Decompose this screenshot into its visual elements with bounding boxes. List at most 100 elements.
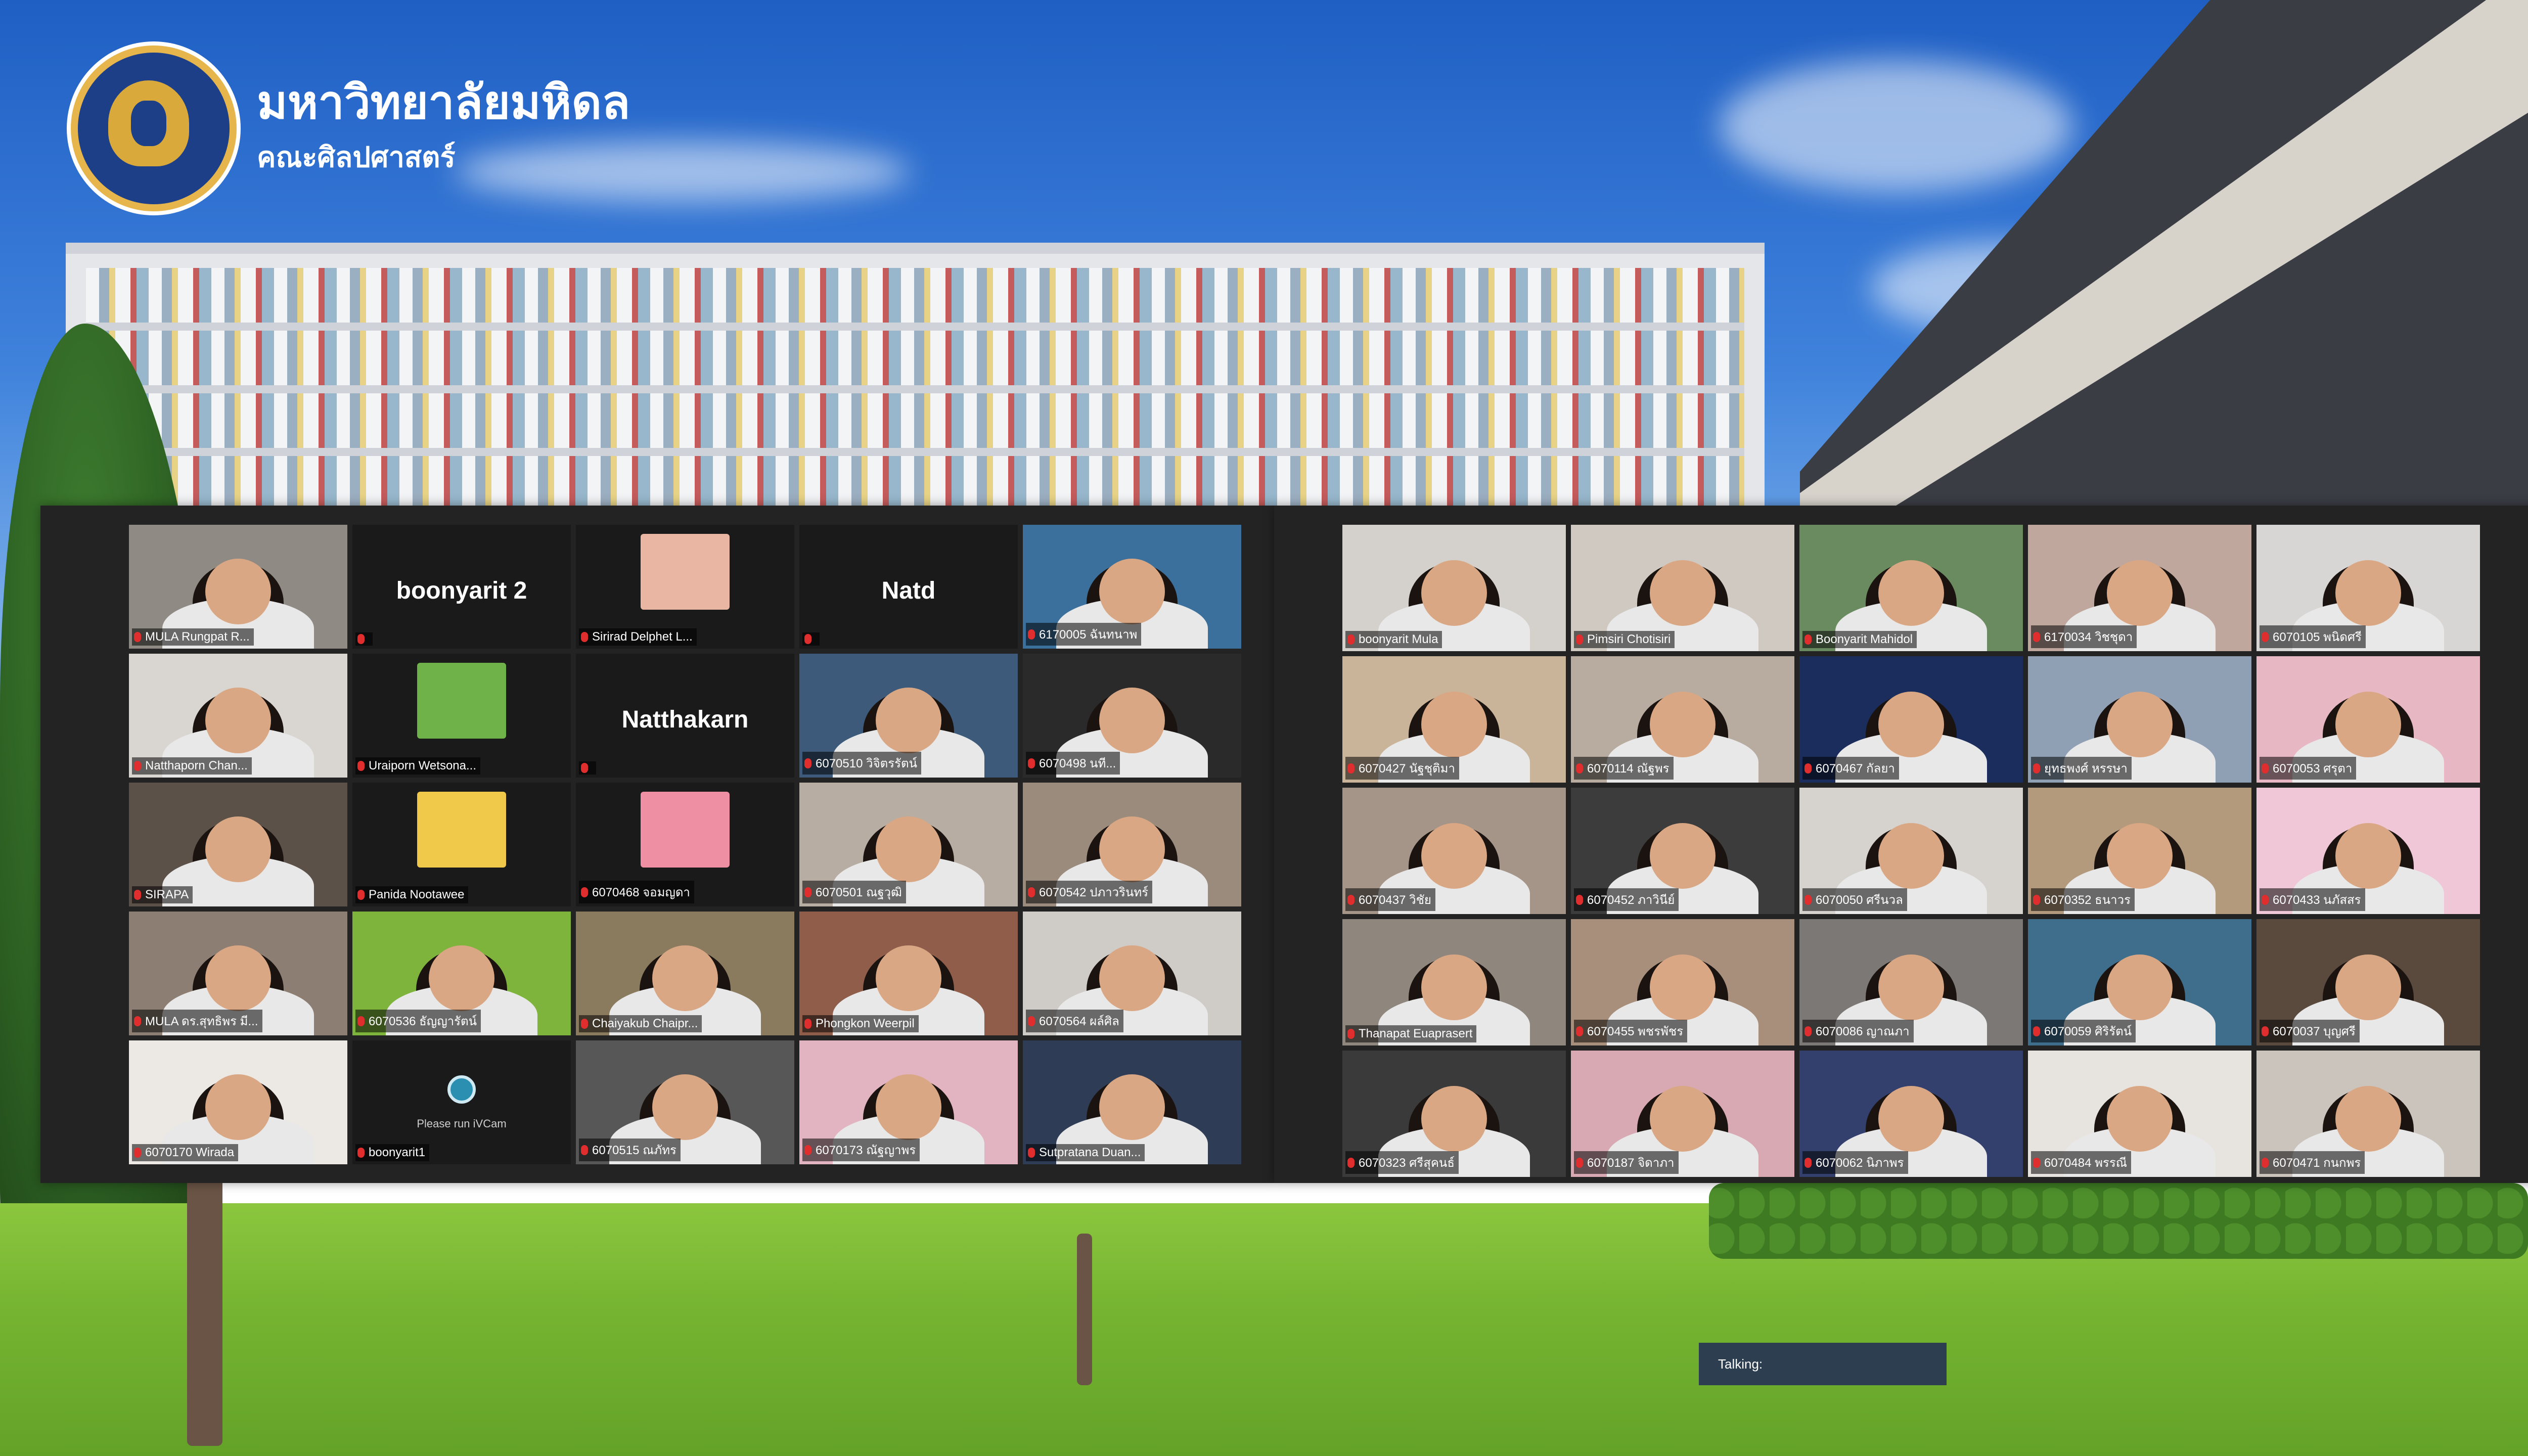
participant-tile[interactable]: 6070452 ภาวินีย์ xyxy=(1571,788,1794,914)
participant-tile[interactable]: 6070471 กนกพร xyxy=(2256,1051,2480,1177)
participant-tile[interactable]: 6070050 ศรีนวล xyxy=(1799,788,2023,914)
participant-tile[interactable]: Please run iVCam boonyarit1 xyxy=(352,1040,571,1164)
participant-name-label: 6070498 นที... xyxy=(1026,752,1120,775)
participant-name: 6070105 พนิดศรี xyxy=(2273,630,2362,644)
participant-tile[interactable]: 6070170 Wirada xyxy=(129,1040,347,1164)
profile-picture xyxy=(641,533,730,610)
participant-tile[interactable]: Phongkon Weerpil xyxy=(799,912,1018,1035)
muted-mic-icon xyxy=(1028,629,1035,640)
university-seal-icon xyxy=(71,46,237,211)
participant-tile[interactable]: Panida Nootawee xyxy=(352,783,571,906)
participant-tile[interactable]: 6070468 จอมญดา xyxy=(576,783,794,906)
participant-tile[interactable]: 6070059 ศิริรัตน์ xyxy=(2028,919,2251,1045)
muted-mic-icon xyxy=(1347,763,1355,774)
participant-tile[interactable]: Pimsiri Chotisiri xyxy=(1571,525,1794,651)
participant-name: 6170034 วิชชุดา xyxy=(2044,630,2133,644)
participant-tile[interactable]: 6070114 ณัฐพร xyxy=(1571,656,1794,783)
participant-name-label: Panida Nootawee xyxy=(355,886,469,903)
zoom-gallery-left: MULA Rungpat R... boonyarit 2 Sirirad Delp… xyxy=(40,506,1274,1183)
participant-name-label: ยุทธพงศ์ หรรษา xyxy=(2031,757,2132,780)
participant-tile[interactable]: Sutpratana Duan... xyxy=(1023,1040,1241,1164)
participant-tile[interactable]: Thanapat Euaprasert xyxy=(1342,919,1566,1045)
participant-tile[interactable]: 6070433 นภัสสร xyxy=(2256,788,2480,914)
participant-name-label: 6070114 ณัฐพร xyxy=(1574,757,1674,780)
participant-tile[interactable]: 6070352 ธนาวร xyxy=(2028,788,2251,914)
participant-tile[interactable]: 6070037 บุญศรี xyxy=(2256,919,2480,1045)
participant-tile[interactable]: ยุทธพงศ์ หรรษา xyxy=(2028,656,2251,783)
participant-name-label: 6070187 จิดาภา xyxy=(1574,1151,1679,1174)
participant-name: 6070059 ศิริรัตน์ xyxy=(2044,1025,2132,1038)
participant-tile[interactable]: 6070484 พรรณี xyxy=(2028,1051,2251,1177)
participant-tile[interactable]: 6070053 ศรุตา xyxy=(2256,656,2480,783)
participant-name: 6070427 นัฐชุติมา xyxy=(1359,762,1455,776)
participant-name: 6070452 ภาวินีย์ xyxy=(1587,893,1675,907)
participant-tile[interactable]: 6170005 ฉันทนาพ xyxy=(1023,525,1241,649)
participant-name-label: 6070452 ภาวินีย์ xyxy=(1574,888,1679,911)
participant-name-label: SIRAPA xyxy=(132,886,193,903)
muted-mic-icon xyxy=(1347,1157,1355,1168)
participant-name-label: 6070050 ศรีนวล xyxy=(1802,888,1907,911)
tree-trunk xyxy=(187,1173,222,1446)
participant-name: 6070501 ณฐวุฒิ xyxy=(816,886,902,899)
participant-tile[interactable]: 6070515 ณภัทร xyxy=(576,1040,794,1164)
participant-name: Sutpratana Duan... xyxy=(1039,1146,1141,1159)
participant-name-label: 6070515 ณภัทร xyxy=(579,1139,681,1161)
participant-name: ยุทธพงศ์ หรรษา xyxy=(2044,762,2128,776)
participant-tile[interactable]: 6070510 วิจิตรรัตน์ xyxy=(799,654,1018,778)
muted-mic-icon xyxy=(1804,763,1812,774)
participant-tile[interactable]: 6070323 ศรีสุคนธ์ xyxy=(1342,1051,1566,1177)
participant-name-label: 6070471 กนกพร xyxy=(2260,1151,2365,1174)
participant-tile[interactable]: SIRAPA xyxy=(129,783,347,906)
participant-name: boonyarit Mula xyxy=(1359,632,1438,646)
webcam-icon xyxy=(447,1075,476,1104)
participant-name: Uraiporn Wetsona... xyxy=(369,759,476,772)
participant-tile[interactable]: 6070187 จิดาภา xyxy=(1571,1051,1794,1177)
participant-tile[interactable]: boonyarit Mula xyxy=(1342,525,1566,651)
participant-tile[interactable]: boonyarit 2 xyxy=(352,525,571,649)
participant-tile[interactable]: 6070467 กัลยา xyxy=(1799,656,2023,783)
participant-name: 6070467 กัลยา xyxy=(1816,762,1895,776)
participant-tile[interactable]: Sirirad Delphet L... xyxy=(576,525,794,649)
participant-tile[interactable]: 6070062 นิภาพร xyxy=(1799,1051,2023,1177)
participant-tile[interactable]: Boonyarit Mahidol xyxy=(1799,525,2023,651)
no-camera-message: Please run iVCam xyxy=(417,1117,507,1130)
participant-tile[interactable]: MULA ดร.สุทธิพร มี... xyxy=(129,912,347,1035)
participant-tile[interactable]: Natthaporn Chan... xyxy=(129,654,347,778)
participant-tile[interactable]: 6070437 วิชัย xyxy=(1342,788,1566,914)
participant-name: 6070471 กนกพร xyxy=(2273,1156,2361,1170)
participant-name-label: MULA ดร.สุทธิพร มี... xyxy=(132,1010,262,1032)
participant-name: 6070086 ญาณภา xyxy=(1816,1025,1910,1038)
participant-tile[interactable]: 6070501 ณฐวุฒิ xyxy=(799,783,1018,906)
participant-tile[interactable]: 6070542 ปภาวรินทร์ xyxy=(1023,783,1241,906)
participant-name-label: 6070059 ศิริรัตน์ xyxy=(2031,1020,2136,1042)
participant-tile[interactable]: 6070427 นัฐชุติมา xyxy=(1342,656,1566,783)
participant-tile[interactable]: Chaiyakub Chaipr... xyxy=(576,912,794,1035)
participant-name-label: 6070484 พรรณี xyxy=(2031,1151,2131,1174)
participant-tile[interactable]: 6070455 พชรพัชร xyxy=(1571,919,1794,1045)
participant-tile[interactable]: Uraiporn Wetsona... xyxy=(352,654,571,778)
participant-tile[interactable]: 6070536 ธัญญารัตน์ xyxy=(352,912,571,1035)
participant-tile[interactable]: Natd xyxy=(799,525,1018,649)
participant-name: Thanapat Euaprasert xyxy=(1359,1027,1473,1040)
participant-tile[interactable]: 6070086 ญาณภา xyxy=(1799,919,2023,1045)
muted-mic-icon xyxy=(804,634,811,644)
participant-tile[interactable]: 6070498 นที... xyxy=(1023,654,1241,778)
participant-tile[interactable]: 6170034 วิชชุดา xyxy=(2028,525,2251,651)
muted-mic-icon xyxy=(1576,1157,1583,1168)
participant-name: 6170005 ฉันทนาพ xyxy=(1039,628,1138,642)
participant-tile[interactable]: Natthakarn xyxy=(576,654,794,778)
participant-name-label: Natthaporn Chan... xyxy=(132,757,252,775)
participant-name: Panida Nootawee xyxy=(369,888,465,901)
participant-name-label: 6070352 ธนาวร xyxy=(2031,888,2135,911)
participant-name-label: 6070455 พชรพัชร xyxy=(1574,1020,1688,1042)
participant-name-label: Pimsiri Chotisiri xyxy=(1574,631,1675,648)
participant-tile[interactable]: 6070173 ณัฐญาพร xyxy=(799,1040,1018,1164)
participant-tile[interactable]: 6070564 ผล์ศิล xyxy=(1023,912,1241,1035)
participant-name-label: 6070053 ศรุตา xyxy=(2260,757,2357,780)
participant-tile[interactable]: 6070105 พนิดศรี xyxy=(2256,525,2480,651)
participant-tile[interactable]: MULA Rungpat R... xyxy=(129,525,347,649)
muted-mic-icon xyxy=(1804,894,1812,905)
muted-mic-icon xyxy=(581,632,588,642)
muted-mic-icon xyxy=(2262,1026,2269,1036)
participant-name-label: 6070536 ธัญญารัตน์ xyxy=(355,1010,481,1032)
